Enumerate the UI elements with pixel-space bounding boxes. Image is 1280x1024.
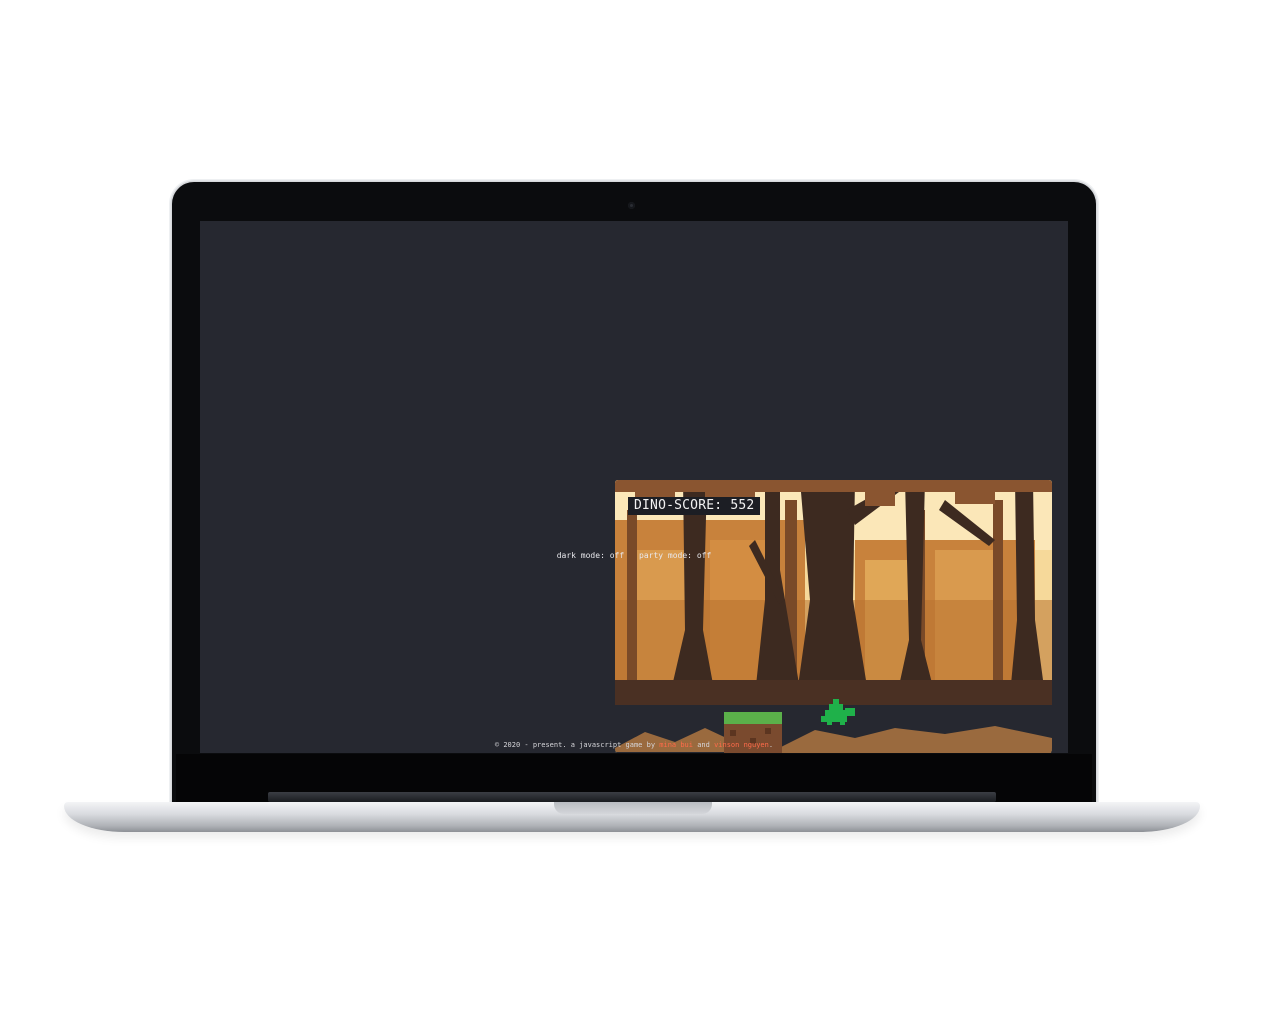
footer-copyright: © 2020 - present. a javascript game by — [494, 741, 656, 749]
author-link-mina-bui[interactable]: mina bui — [659, 741, 693, 749]
webcam-icon — [628, 202, 635, 209]
author-link-vinson-nguyen[interactable]: vinson nguyen — [714, 741, 769, 749]
laptop-hinge — [268, 792, 996, 802]
score-display: DINO-SCORE: 552 — [628, 497, 761, 515]
party-mode-value: off — [696, 551, 712, 560]
footer-joiner: and — [697, 741, 710, 749]
laptop-notch — [554, 802, 712, 814]
party-mode-label: party mode: — [639, 551, 692, 560]
browser-viewport: DINO-SCORE: 552 dark mode: off party mod… — [200, 221, 1068, 753]
laptop-mockup: DINO-SCORE: 552 dark mode: off party mod… — [0, 0, 1280, 1024]
game-canvas[interactable]: DINO-SCORE: 552 — [615, 480, 1052, 753]
forest-background — [615, 480, 1052, 753]
party-mode-toggle[interactable]: party mode: off — [639, 551, 711, 560]
score-value: 552 — [730, 498, 755, 513]
score-label: DINO-SCORE: — [634, 498, 723, 513]
dark-mode-value: off — [609, 551, 625, 560]
footer: © 2020 - present. a javascript game by m… — [200, 740, 1068, 750]
mode-toggles: dark mode: off party mode: off — [200, 550, 1068, 562]
footer-suffix: . — [768, 741, 774, 749]
dark-mode-toggle[interactable]: dark mode: off — [557, 551, 629, 560]
dark-mode-label: dark mode: — [556, 551, 605, 560]
